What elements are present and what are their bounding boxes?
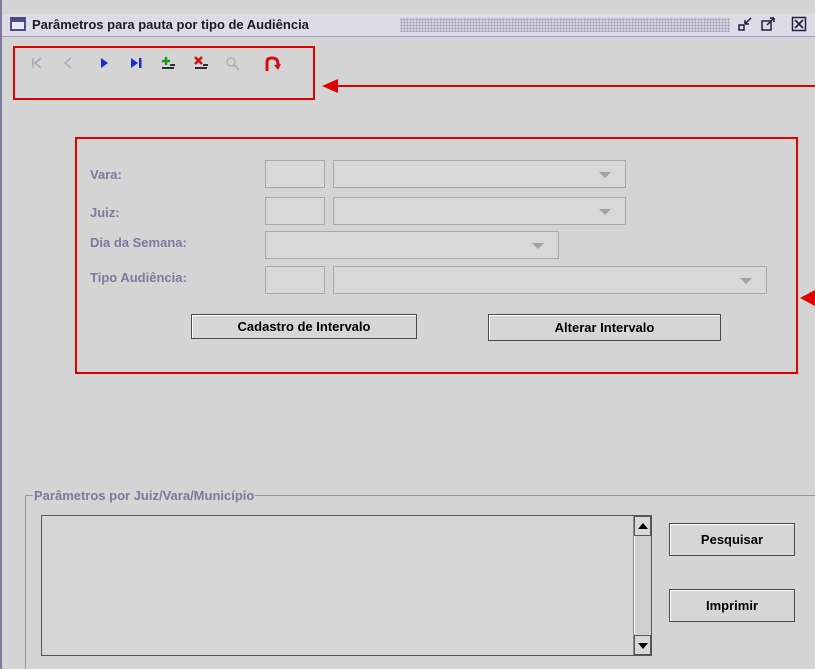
triangle-up-icon xyxy=(638,523,648,529)
scroll-track[interactable] xyxy=(634,536,651,634)
close-icon[interactable] xyxy=(790,16,808,34)
parametros-list[interactable] xyxy=(41,515,652,656)
parametros-group-legend: Parâmetros por Juiz/Vara/Município xyxy=(33,488,256,503)
form-highlight-box xyxy=(75,137,798,374)
scroll-up-button[interactable] xyxy=(634,516,651,536)
imprimir-button[interactable]: Imprimir xyxy=(669,589,795,622)
triangle-down-icon xyxy=(638,643,648,649)
toolbar-highlight-box xyxy=(13,46,315,100)
title-bar[interactable]: Parâmetros para pauta por tipo de Audiên… xyxy=(2,14,815,37)
toolbar-arrow-line xyxy=(338,85,815,87)
pesquisar-button[interactable]: Pesquisar xyxy=(669,523,795,556)
toolbar-arrow-head xyxy=(322,79,338,93)
scroll-down-button[interactable] xyxy=(634,635,651,655)
form-arrow-head xyxy=(800,290,815,306)
title-bar-grip xyxy=(400,18,730,32)
window-icon xyxy=(10,17,26,31)
window-title: Parâmetros para pauta por tipo de Audiên… xyxy=(32,17,309,32)
parametros-list-scrollbar[interactable] xyxy=(633,516,651,655)
maximize-icon[interactable] xyxy=(759,16,777,34)
minimize-icon[interactable] xyxy=(736,16,754,34)
